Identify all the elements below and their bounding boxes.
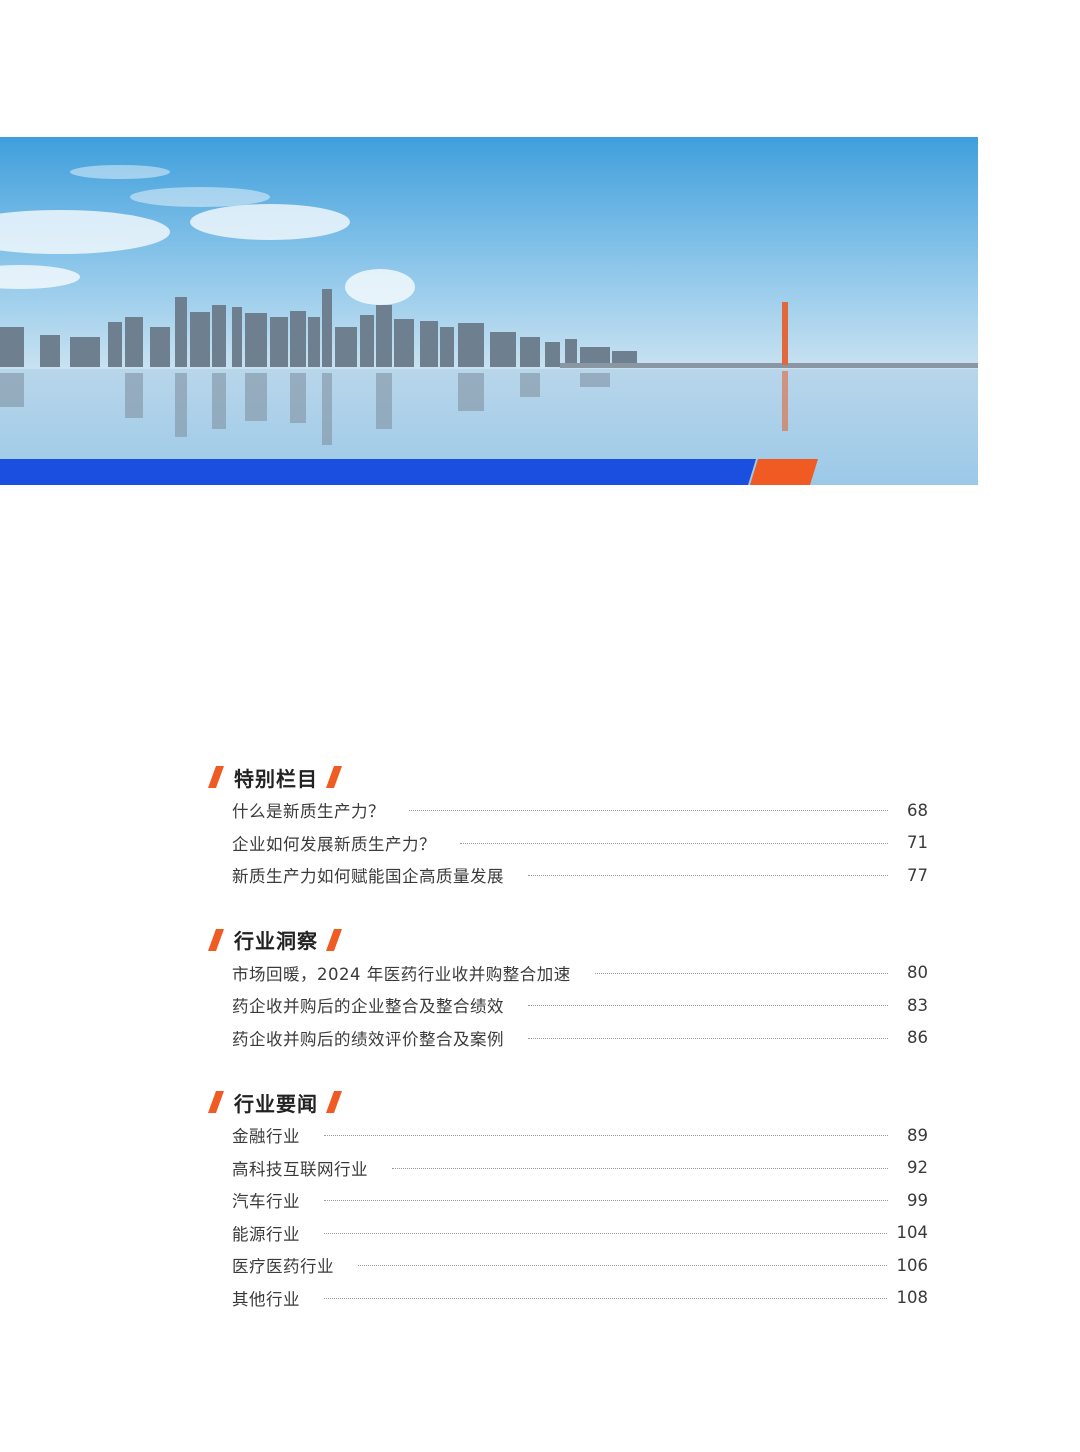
slash-accent-icon [325, 1091, 343, 1113]
toc-entry[interactable]: 新质生产力如何赋能国企高质量发展 77 [206, 859, 928, 892]
dotted-leader [594, 972, 888, 974]
toc-entry[interactable]: 汽车行业 99 [206, 1184, 928, 1217]
entry-page-number: 92 [907, 1158, 928, 1178]
section-heading: 特别栏目 [206, 760, 928, 794]
toc-entry[interactable]: 高科技互联网行业 92 [206, 1152, 928, 1185]
entry-page-number: 71 [907, 833, 928, 853]
entry-page-number: 89 [907, 1125, 928, 1145]
entry-title: 市场回暖，2024 年医药行业收并购整合加速 [232, 964, 571, 984]
toc-entry[interactable]: 其他行业 108 [206, 1282, 928, 1315]
toc-entry[interactable]: 什么是新质生产力？ 68 [206, 794, 928, 827]
table-of-contents: 特别栏目 什么是新质生产力？ 68 企业如何发展新质生产力？ 71 新质生产力如… [206, 760, 928, 1314]
entry-title: 其他行业 [232, 1289, 300, 1309]
entry-page-number: 68 [907, 800, 928, 820]
entry-title: 能源行业 [232, 1224, 300, 1244]
dotted-leader [528, 874, 888, 877]
hero-skyline-image [0, 137, 978, 485]
entry-page-number: 80 [907, 963, 928, 983]
toc-entry[interactable]: 金融行业 89 [206, 1119, 928, 1152]
section-heading: 行业洞察 [206, 923, 928, 957]
dotted-leader [528, 1037, 888, 1039]
dotted-leader [409, 809, 888, 812]
section-title: 行业洞察 [234, 929, 318, 953]
slash-accent-icon [207, 928, 225, 951]
toc-entry[interactable]: 企业如何发展新质生产力？ 71 [206, 827, 928, 860]
entry-page-number: 77 [907, 865, 928, 885]
dotted-leader [528, 1004, 888, 1007]
toc-entry[interactable]: 药企收并购后的企业整合及整合绩效 83 [206, 989, 928, 1022]
toc-entry[interactable]: 药企收并购后的绩效评价整合及案例 86 [206, 1022, 928, 1055]
slash-accent-icon [325, 928, 343, 951]
toc-entry[interactable]: 能源行业 104 [206, 1217, 928, 1250]
section-title: 特别栏目 [234, 766, 318, 791]
entry-page-number: 99 [907, 1190, 928, 1210]
entry-title: 金融行业 [232, 1127, 300, 1147]
dotted-leader [358, 1264, 887, 1267]
entry-title: 医疗医药行业 [232, 1257, 334, 1277]
entry-title: 药企收并购后的绩效评价整合及案例 [232, 1029, 504, 1049]
toc-entry[interactable]: 医疗医药行业 106 [206, 1249, 928, 1282]
entry-title: 汽车行业 [232, 1192, 300, 1212]
entry-page-number: 108 [896, 1288, 929, 1308]
entry-title: 新质生产力如何赋能国企高质量发展 [232, 867, 504, 887]
entry-title: 企业如何发展新质生产力？ [232, 834, 436, 854]
dotted-leader [324, 1134, 888, 1137]
slash-accent-icon [207, 766, 225, 788]
entry-page-number: 86 [907, 1028, 928, 1048]
entry-page-number: 83 [907, 995, 928, 1015]
dotted-leader [324, 1232, 887, 1234]
toc-section: 特别栏目 什么是新质生产力？ 68 企业如何发展新质生产力？ 71 新质生产力如… [206, 760, 928, 892]
section-heading: 行业要闻 [206, 1085, 928, 1119]
entry-title: 高科技互联网行业 [232, 1159, 368, 1179]
slash-accent-icon [325, 766, 343, 788]
dotted-leader [392, 1167, 888, 1169]
toc-entry[interactable]: 市场回暖，2024 年医药行业收并购整合加速 80 [206, 957, 928, 990]
dotted-leader [324, 1297, 887, 1299]
section-title: 行业要闻 [234, 1091, 318, 1116]
toc-section: 行业要闻 金融行业 89 高科技互联网行业 92 汽车行业 99 能源行业 10… [206, 1085, 928, 1314]
entry-title: 药企收并购后的企业整合及整合绩效 [232, 997, 504, 1017]
entry-title: 什么是新质生产力？ [232, 802, 385, 822]
dotted-leader [460, 842, 888, 844]
entry-page-number: 106 [896, 1255, 929, 1275]
entry-page-number: 104 [896, 1223, 929, 1243]
dotted-leader [324, 1199, 888, 1202]
slash-accent-icon [207, 1091, 225, 1113]
toc-section: 行业洞察 市场回暖，2024 年医药行业收并购整合加速 80 药企收并购后的企业… [206, 923, 928, 1055]
